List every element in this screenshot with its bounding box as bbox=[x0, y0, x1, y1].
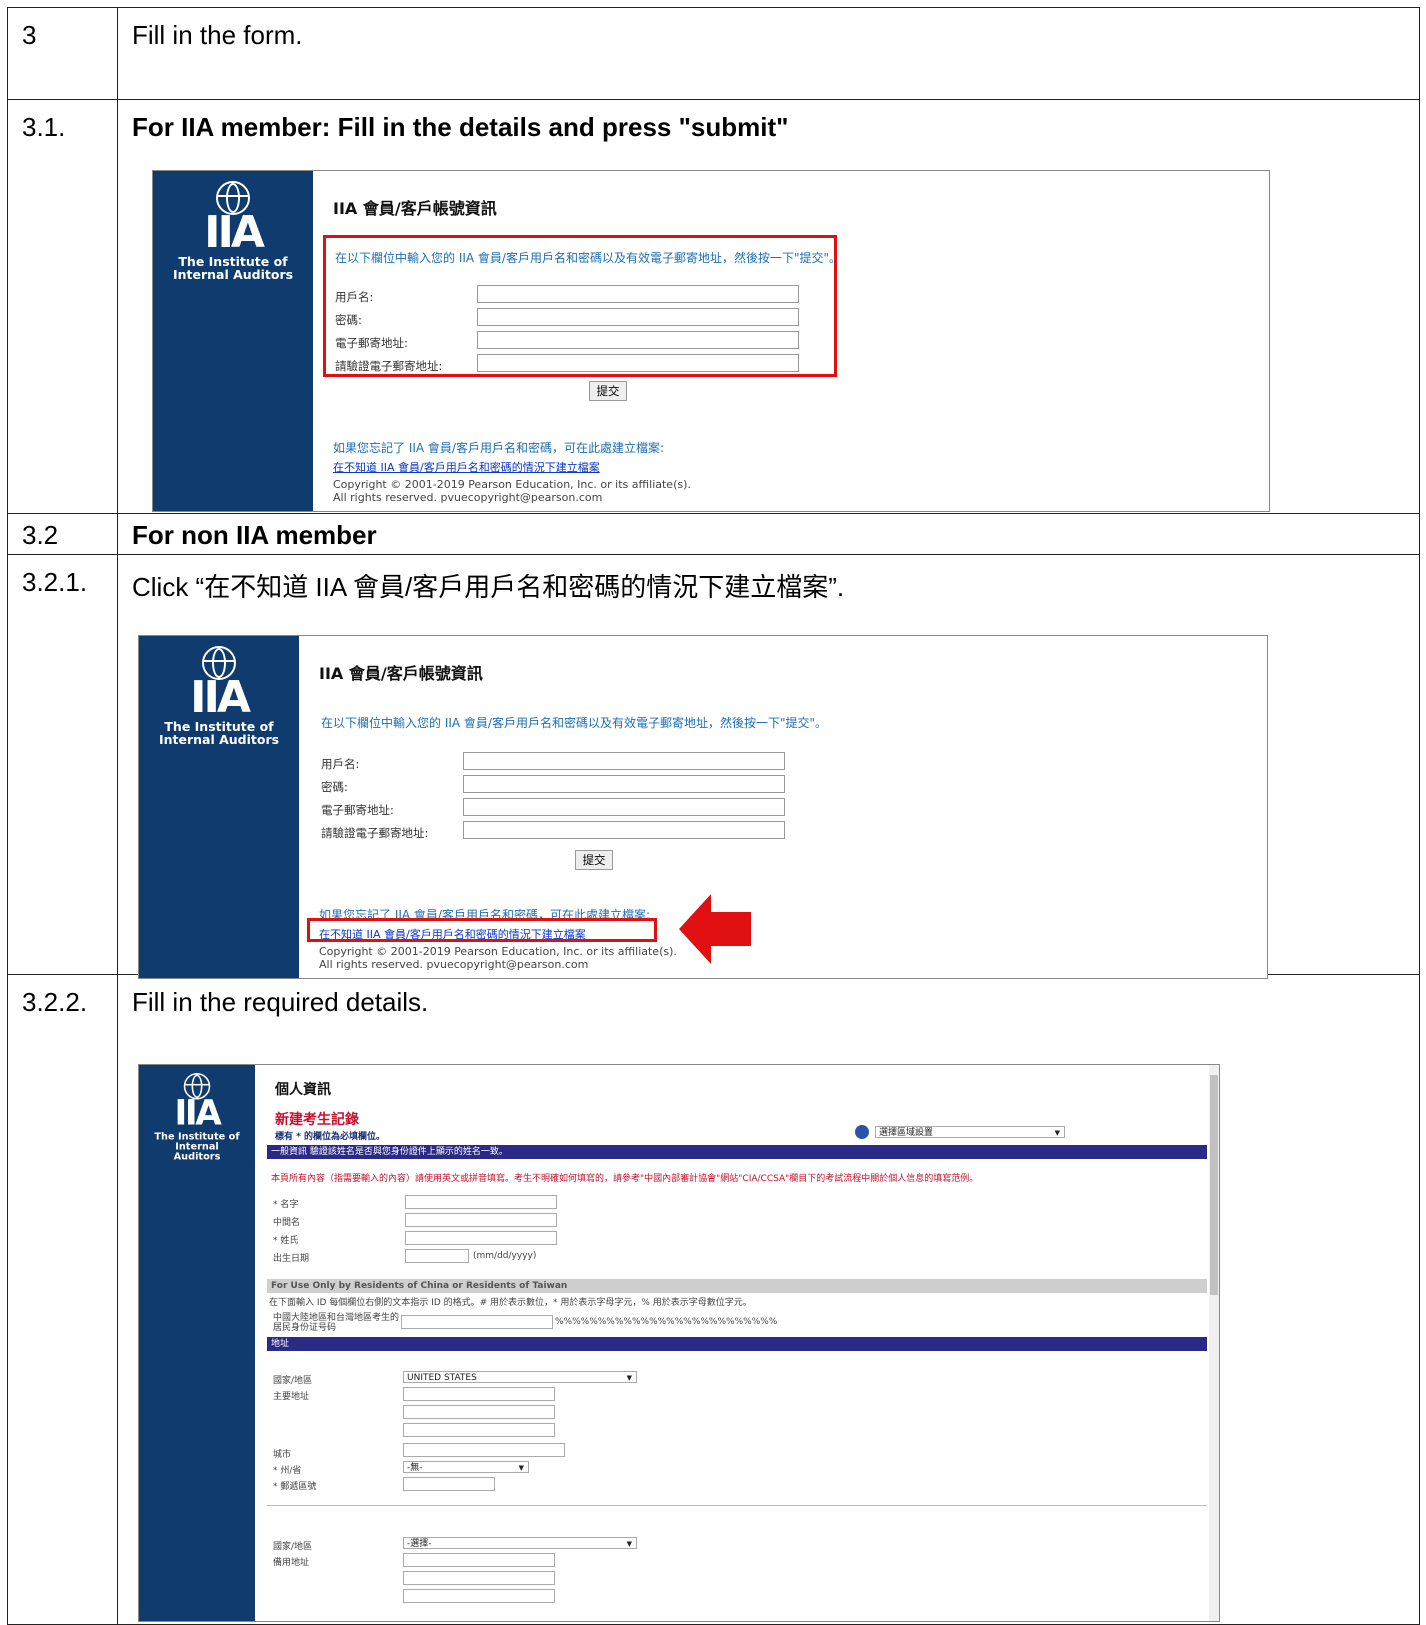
profile-form-screenshot: IIA The Institute of Internal Auditors 個… bbox=[138, 1064, 1220, 1622]
step-number: 3.2.2. bbox=[7, 974, 118, 1625]
middle-name-label: 中間名 bbox=[273, 1218, 301, 1228]
address-line3-input[interactable] bbox=[403, 1423, 555, 1437]
primary-address-label: 主要地址 bbox=[273, 1392, 310, 1402]
id-format-note: 在下面輸入 ID 每個欄位右側的文本指示 ID 的格式。# 用於表示數位，* 用… bbox=[269, 1298, 752, 1308]
country2-label: 國家/地區 bbox=[273, 1542, 313, 1552]
login-form-screenshot: IIA The Institute of Internal Auditors I… bbox=[152, 170, 1270, 512]
dob-label: 出生日期 bbox=[273, 1254, 310, 1264]
first-name-label: * 名字 bbox=[273, 1200, 299, 1210]
alt-address-label: 備用地址 bbox=[273, 1558, 310, 1568]
instruction-text: 在以下欄位中輸入您的 IIA 會員/客戶用戶名和密碼以及有效電子郵寄地址，然後按… bbox=[321, 716, 828, 730]
highlight-box bbox=[307, 918, 657, 942]
iia-logo: IIA The Institute of Internal Auditors bbox=[139, 646, 299, 746]
red-arrow-icon bbox=[679, 894, 751, 964]
iia-logo: IIA The Institute of Internal Auditors bbox=[153, 181, 313, 281]
dob-input[interactable] bbox=[405, 1249, 469, 1263]
step-heading: Click “在不知道 IIA 會員/客戶用戶名和密碼的情況下建立檔案”. bbox=[132, 572, 845, 602]
step-text: For non IIA member bbox=[117, 513, 1420, 555]
general-info-bar: 一般資訊 驗證該姓名是否與您身份證件上顯示的姓名一致。 bbox=[267, 1145, 1207, 1159]
step-number: 3.1. bbox=[7, 99, 118, 514]
username-input[interactable] bbox=[463, 752, 785, 770]
country-label: 國家/地區 bbox=[273, 1376, 313, 1386]
step-text: Fill in the form. bbox=[117, 7, 1420, 100]
notice-text: 本頁所有內容（指需要輸入的內容）請使用英文或拼音填寫。考生不明確如何填寫的，請參… bbox=[271, 1174, 979, 1184]
iia-sidebar: IIA The Institute of Internal Auditors bbox=[139, 1065, 255, 1621]
create-profile-link[interactable]: 在不知道 IIA 會員/客戶用戶名和密碼的情況下建立檔案 bbox=[333, 459, 600, 475]
submit-button[interactable]: 提交 bbox=[589, 381, 627, 401]
id-format: %%%%%%%%%%%%%%%%%%%%%%%%%% bbox=[555, 1317, 778, 1327]
state-select[interactable]: -無- bbox=[403, 1461, 529, 1474]
step-heading: Fill in the required details. bbox=[132, 987, 429, 1017]
alt-address-line1-input[interactable] bbox=[403, 1553, 555, 1567]
step-number: 3 bbox=[7, 7, 118, 100]
required-note: 標有 * 的欄位為必填欄位。 bbox=[275, 1132, 385, 1142]
city-label: 城市 bbox=[273, 1450, 292, 1460]
iia-logo: IIA The Institute of Internal Auditors bbox=[152, 1073, 242, 1161]
last-name-input[interactable] bbox=[405, 1231, 557, 1245]
postal-input[interactable] bbox=[403, 1477, 495, 1491]
address-line2-input[interactable] bbox=[403, 1405, 555, 1419]
postal-label: * 郵遞區號 bbox=[273, 1482, 317, 1492]
iia-sidebar: IIA The Institute of Internal Auditors bbox=[139, 636, 299, 978]
dob-format-hint: (mm/dd/yyyy) bbox=[473, 1251, 537, 1261]
divider bbox=[267, 1505, 1207, 1506]
last-name-label: * 姓氏 bbox=[273, 1236, 299, 1246]
copyright: Copyright © 2001-2019 Pearson Education,… bbox=[319, 945, 677, 971]
page-title: IIA 會員/客戶帳號資訊 bbox=[319, 664, 483, 683]
password-label: 密碼: bbox=[321, 780, 348, 794]
iia-sidebar: IIA The Institute of Internal Auditors bbox=[153, 171, 313, 511]
address-bar: 地址 bbox=[267, 1337, 1207, 1351]
alt-address-line3-input[interactable] bbox=[403, 1589, 555, 1603]
login-form-screenshot-2: IIA The Institute of Internal Auditors I… bbox=[138, 635, 1268, 979]
submit-button[interactable]: 提交 bbox=[575, 850, 613, 870]
address-line1-input[interactable] bbox=[403, 1387, 555, 1401]
email-label: 電子郵寄地址: bbox=[321, 803, 394, 817]
country-select[interactable]: UNITED STATES bbox=[403, 1371, 637, 1384]
id-label: 中國大陸地區和台灣地區考生的居民身份证号码 bbox=[273, 1313, 400, 1333]
confirm-email-label: 請驗證電子郵寄地址: bbox=[321, 826, 429, 840]
globe-icon bbox=[202, 646, 236, 680]
username-label: 用戶名: bbox=[321, 757, 360, 771]
locale-select[interactable]: 選擇區域設置 bbox=[875, 1126, 1065, 1139]
confirm-email-input[interactable] bbox=[463, 821, 785, 839]
step-number: 3.2 bbox=[7, 513, 118, 555]
globe-icon bbox=[216, 181, 250, 215]
email-input[interactable] bbox=[463, 798, 785, 816]
step-heading: For IIA member: Fill in the details and … bbox=[132, 112, 789, 142]
step-number: 3.2.1. bbox=[7, 554, 118, 975]
page-title: IIA 會員/客戶帳號資訊 bbox=[333, 199, 497, 218]
scrollbar[interactable] bbox=[1209, 1065, 1219, 1621]
copyright: Copyright © 2001-2019 Pearson Education,… bbox=[333, 478, 691, 504]
globe-icon bbox=[855, 1125, 869, 1139]
id-input[interactable] bbox=[401, 1315, 553, 1329]
middle-name-input[interactable] bbox=[405, 1213, 557, 1227]
highlight-box bbox=[323, 235, 837, 377]
state-label: * 州/省 bbox=[273, 1466, 302, 1476]
city-input[interactable] bbox=[403, 1443, 565, 1457]
alt-address-line2-input[interactable] bbox=[403, 1571, 555, 1585]
page-title: 個人資訊 bbox=[275, 1082, 331, 1098]
section-title: 新建考生記錄 bbox=[275, 1112, 359, 1128]
country2-select[interactable]: -選擇- bbox=[403, 1537, 637, 1550]
globe-icon bbox=[183, 1073, 211, 1100]
residents-bar: For Use Only by Residents of China or Re… bbox=[267, 1279, 1207, 1293]
first-name-input[interactable] bbox=[405, 1195, 557, 1209]
forgot-text: 如果您忘記了 IIA 會員/客戶用戶名和密碼，可在此處建立檔案: bbox=[333, 441, 665, 455]
password-input[interactable] bbox=[463, 775, 785, 793]
scrollbar-thumb[interactable] bbox=[1210, 1075, 1218, 1295]
